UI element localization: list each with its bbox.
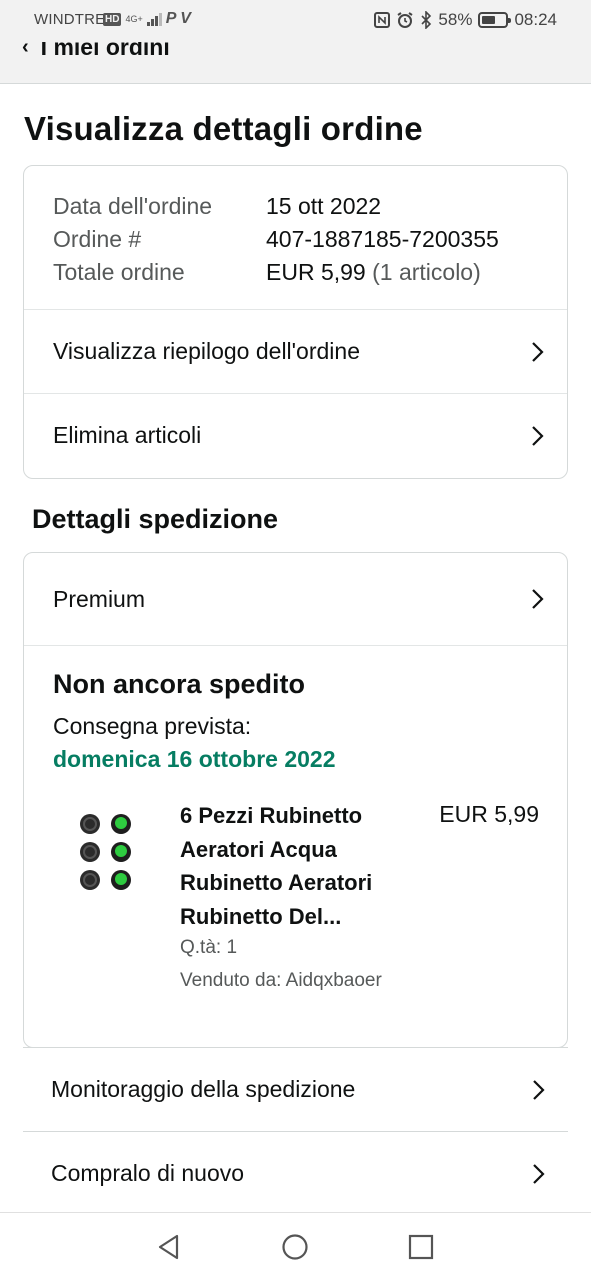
- order-date-value: 15 ott 2022: [266, 193, 382, 219]
- shipping-section-title: Dettagli spedizione: [32, 504, 279, 534]
- chevron-left-icon: ‹: [22, 42, 29, 58]
- shipping-service-label: Premium: [53, 585, 146, 612]
- shipment-status: Non ancora spedito: [53, 669, 306, 699]
- recents-square-icon[interactable]: [407, 1233, 435, 1261]
- order-summary-card: Data dell'ordine 15 ott 2022 Ordine # 40…: [23, 165, 568, 479]
- order-date-row: Data dell'ordine 15 ott 2022: [53, 190, 499, 223]
- track-shipment-label: Monitoraggio della spedizione: [51, 1076, 356, 1102]
- product-quantity: Q.tà: 1: [180, 937, 238, 958]
- status-right: 58% 08:24: [374, 10, 557, 30]
- page-title: Visualizza dettagli ordine: [24, 110, 423, 147]
- product-image[interactable]: [75, 812, 135, 892]
- delivery-label: Consegna prevista:: [53, 713, 252, 739]
- chevron-right-icon: [533, 1079, 545, 1100]
- alarm-icon: [397, 12, 413, 28]
- top-nav: ‹ I miei ordini: [0, 42, 591, 84]
- hd-voice-icon: HD: [103, 12, 122, 26]
- status-bar: WINDTRE HD 4G+ P V 58% 08:24: [0, 0, 591, 42]
- delete-items-label: Elimina articoli: [53, 422, 202, 448]
- clock: 08:24: [514, 10, 557, 29]
- order-total-value: EUR 5,99 (1 articolo): [266, 256, 481, 289]
- order-number-label: Ordine #: [53, 226, 142, 252]
- order-info: Data dell'ordine 15 ott 2022 Ordine # 40…: [53, 190, 499, 289]
- delete-items-link[interactable]: Elimina articoli: [24, 393, 567, 477]
- order-number-value: 407-1887185-7200355: [266, 226, 499, 252]
- order-total-amount: EUR 5,99: [266, 259, 366, 285]
- product-seller: Venduto da: Aidqxbaoer: [180, 970, 382, 991]
- back-triangle-icon[interactable]: [155, 1233, 183, 1261]
- network-indicators: HD 4G+ P V: [103, 10, 191, 28]
- shipping-card: Premium Non ancora spedito Consegna prev…: [23, 552, 568, 1048]
- chevron-right-icon: [532, 589, 544, 609]
- buy-again-link[interactable]: Compralo di nuovo: [23, 1131, 568, 1215]
- order-date-label: Data dell'ordine: [53, 193, 213, 219]
- signal-strength-icon: [146, 12, 162, 26]
- buy-again-label: Compralo di nuovo: [51, 1160, 245, 1186]
- battery-icon: [478, 12, 512, 28]
- app-notification-icons: P V: [165, 10, 191, 27]
- network-type-icon: 4G+: [125, 13, 143, 24]
- order-number-row: Ordine # 407-1887185-7200355: [53, 223, 499, 256]
- view-order-summary-link[interactable]: Visualizza riepilogo dell'ordine: [24, 309, 567, 393]
- product-price: EUR 5,99: [439, 801, 539, 827]
- order-total-label: Totale ordine: [53, 259, 185, 285]
- track-shipment-link[interactable]: Monitoraggio della spedizione: [23, 1047, 568, 1131]
- back-link[interactable]: ‹ I miei ordini: [22, 42, 170, 61]
- shipping-service-row[interactable]: Premium: [24, 553, 567, 646]
- order-item-count: (1 articolo): [372, 259, 481, 285]
- nfc-icon: [374, 12, 391, 28]
- back-link-label: I miei ordini: [40, 42, 170, 60]
- bluetooth-icon: [421, 11, 432, 29]
- order-total-row: Totale ordine EUR 5,99 (1 articolo): [53, 256, 499, 289]
- battery-percent: 58%: [438, 10, 473, 29]
- delivery-date: domenica 16 ottobre 2022: [53, 746, 336, 772]
- view-order-summary-label: Visualizza riepilogo dell'ordine: [53, 338, 360, 364]
- home-circle-icon[interactable]: [281, 1233, 309, 1261]
- system-nav-bar: [0, 1212, 591, 1280]
- product-title-link[interactable]: 6 Pezzi Rubinetto Aeratori Acqua Rubinet…: [180, 799, 420, 933]
- chevron-right-icon: [532, 425, 544, 446]
- carrier-name: WINDTRE: [34, 11, 106, 28]
- chevron-right-icon: [532, 341, 544, 362]
- chevron-right-icon: [533, 1163, 545, 1184]
